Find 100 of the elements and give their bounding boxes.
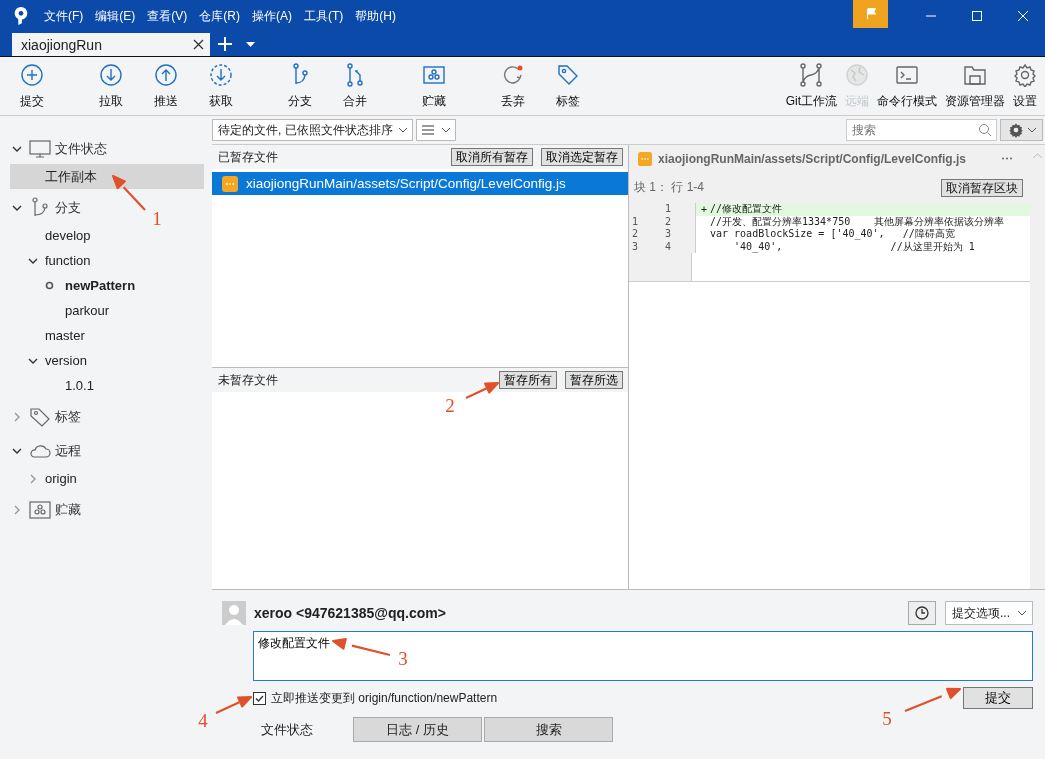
section-title: 已暂存文件	[218, 148, 278, 166]
toolbar-button[interactable]: 设置	[1009, 62, 1041, 110]
sidebar-item[interactable]: 1.0.1	[10, 373, 98, 398]
arrow-annotation	[332, 638, 391, 657]
repo-tab[interactable]: xiaojiongRun	[12, 33, 210, 56]
toolbar-button[interactable]: 获取	[193, 62, 248, 110]
scrollbar[interactable]	[1030, 145, 1045, 589]
settings-icon	[1013, 62, 1037, 87]
code-line: 2 3 var roadBlockSize = ['40_40', //障碍高宽	[629, 228, 1030, 241]
chevron-down-icon	[398, 127, 407, 133]
monitor-icon	[29, 138, 51, 160]
toolbar-button[interactable]: 标签	[540, 62, 595, 110]
unstage-hunk-button[interactable]: 取消暂存区块	[941, 178, 1023, 197]
chevron-icon[interactable]	[12, 446, 22, 456]
toolbar-button[interactable]: 拉取	[83, 62, 138, 110]
unstage-button[interactable]: 取消所有暂存	[451, 148, 533, 166]
settings-dropdown[interactable]	[1000, 119, 1043, 141]
sidebar-item[interactable]: 远程	[0, 436, 85, 466]
sidebar-item[interactable]: function	[10, 248, 95, 273]
sidebar-item[interactable]: version	[10, 348, 91, 373]
arrow-annotation	[112, 175, 146, 211]
sidebar-item[interactable]: develop	[10, 223, 95, 248]
sidebar-item[interactable]: origin	[10, 466, 81, 491]
unstage-button[interactable]: 取消选定暂存	[541, 148, 623, 166]
history-button[interactable]	[908, 601, 936, 625]
code-line: 3 4 '40_40', //从这里开始为 1	[629, 240, 1030, 253]
toolbar-button[interactable]: 提交	[4, 62, 59, 110]
view-tab[interactable]: 日志 / 历史	[353, 717, 482, 742]
toolbar-button[interactable]: 资源管理器	[941, 62, 1009, 110]
toolbar-button[interactable]: 合并	[327, 62, 382, 110]
sort-dropdown[interactable]: 待定的文件, 已依照文件状态排序	[212, 119, 413, 141]
chevron-down-icon	[441, 127, 450, 133]
clock-icon	[915, 606, 929, 620]
commit-options-dropdown[interactable]: 提交选项...	[945, 601, 1033, 625]
stage-button[interactable]: 暂存所选	[565, 371, 623, 389]
stage-button[interactable]: 暂存所有	[499, 371, 557, 389]
more-icon[interactable]	[1002, 157, 1012, 160]
toolbar-button[interactable]: 命令行模式	[873, 62, 941, 110]
toolbar-button[interactable]: Git工作流	[781, 62, 841, 110]
sidebar-item[interactable]: 贮藏	[0, 495, 85, 525]
maximize-icon[interactable]	[971, 10, 983, 22]
plus-circle-icon	[19, 62, 44, 87]
commit-button[interactable]: 提交	[963, 687, 1033, 709]
toolbar-button[interactable]: 丢弃	[485, 62, 540, 110]
search-icon	[978, 123, 992, 137]
git-flow-icon	[799, 62, 824, 87]
chevron-down-icon	[1027, 127, 1036, 133]
view-tab[interactable]: 搜索	[484, 717, 613, 742]
annotation-number: 5	[882, 708, 892, 729]
menu-item[interactable]: 仓库(R)	[199, 7, 240, 25]
arrow-annotation	[215, 696, 252, 714]
modified-file-icon	[638, 151, 652, 166]
push-checkbox[interactable]: 立即推送变更到 origin/function/newPattern	[253, 689, 498, 707]
app-logo-icon	[12, 6, 30, 26]
annotation-number: 3	[398, 648, 408, 669]
annotation-number: 4	[198, 710, 208, 731]
menu-item[interactable]: 工具(T)	[304, 7, 344, 25]
search-field[interactable]: 搜索	[846, 119, 997, 141]
toolbar-button[interactable]: 推送	[138, 62, 193, 110]
file-row[interactable]: xiaojiongRunMain/assets/Script/Config/LevelConfig.js	[212, 172, 628, 195]
stash-icon	[29, 499, 51, 521]
menu-item[interactable]: 文件(F)	[44, 7, 84, 25]
up-arrow-circle-icon	[153, 62, 178, 87]
add-tab-icon[interactable]	[218, 37, 232, 51]
sidebar-item[interactable]: parkour	[10, 298, 114, 323]
menu-item[interactable]: 帮助(H)	[355, 7, 396, 25]
code-line: 1 2 //开发、配置分辨率1334*750 其他屏幕分辨率依据该分辨率	[629, 215, 1030, 228]
down-arrow-circle-icon	[98, 62, 123, 87]
branch-icon	[29, 197, 51, 219]
sidebar-item[interactable]: master	[10, 323, 89, 348]
chevron-icon[interactable]	[12, 203, 22, 213]
tag-icon	[555, 62, 580, 87]
hunk-header: 块 1： 行 1-4	[634, 179, 705, 196]
sidebar-item[interactable]: 标签	[0, 402, 85, 432]
dropdown-caret-icon[interactable]	[246, 42, 255, 47]
sidebar-item[interactable]: newPattern	[10, 273, 140, 298]
globe-icon	[845, 62, 869, 87]
author-name: xeroo <947621385@qq.com>	[254, 605, 446, 621]
annotation-number: 1	[152, 208, 162, 229]
menu-item[interactable]: 操作(A)	[252, 7, 292, 25]
view-mode-dropdown[interactable]	[415, 119, 456, 141]
list-icon	[421, 125, 434, 135]
sidebar-item[interactable]: 文件状态	[0, 134, 111, 164]
close-icon[interactable]	[193, 39, 204, 50]
menu-item[interactable]: 查看(V)	[147, 7, 188, 25]
sidebar-item[interactable]: 工作副本	[10, 164, 204, 189]
chevron-icon[interactable]	[12, 144, 22, 154]
sidebar-item[interactable]: 分支	[0, 193, 85, 223]
menu-item[interactable]: 编辑(E)	[95, 7, 136, 25]
tag-icon	[29, 406, 51, 428]
toolbar-button[interactable]: 分支	[272, 62, 327, 110]
section-title: 未暂存文件	[218, 371, 278, 389]
annotation-number: 2	[445, 395, 455, 416]
checkbox-icon[interactable]	[253, 691, 266, 705]
arrow-annotation	[904, 687, 961, 713]
file-path: xiaojiongRunMain/assets/Script/Config/LevelConfig.js	[658, 151, 967, 166]
settings-icon	[1007, 122, 1024, 138]
toolbar-button[interactable]: 贮藏	[406, 62, 461, 110]
avatar	[222, 601, 246, 625]
chevron-down-icon	[1018, 610, 1026, 616]
